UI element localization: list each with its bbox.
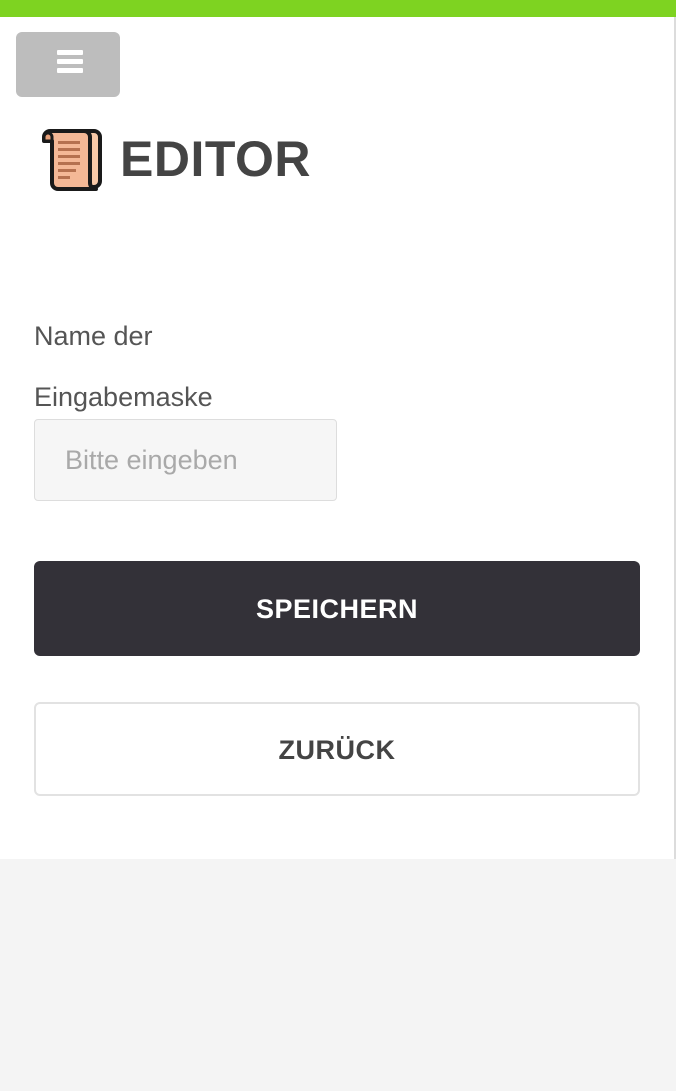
back-button[interactable]: ZURÜCK: [34, 702, 640, 796]
field-label-name: Name der Eingabemaske: [34, 321, 213, 412]
top-accent-bar: [0, 0, 676, 17]
hamburger-menu-icon: [57, 50, 83, 73]
save-button[interactable]: SPEICHERN: [34, 561, 640, 656]
name-input[interactable]: [34, 419, 337, 501]
page-title: EDITOR: [120, 131, 311, 187]
menu-toggle-button[interactable]: [16, 32, 120, 97]
scroll-icon: [42, 129, 102, 191]
page: EDITOR Name der Eingabemaske SPEICHERN Z…: [0, 0, 676, 1091]
